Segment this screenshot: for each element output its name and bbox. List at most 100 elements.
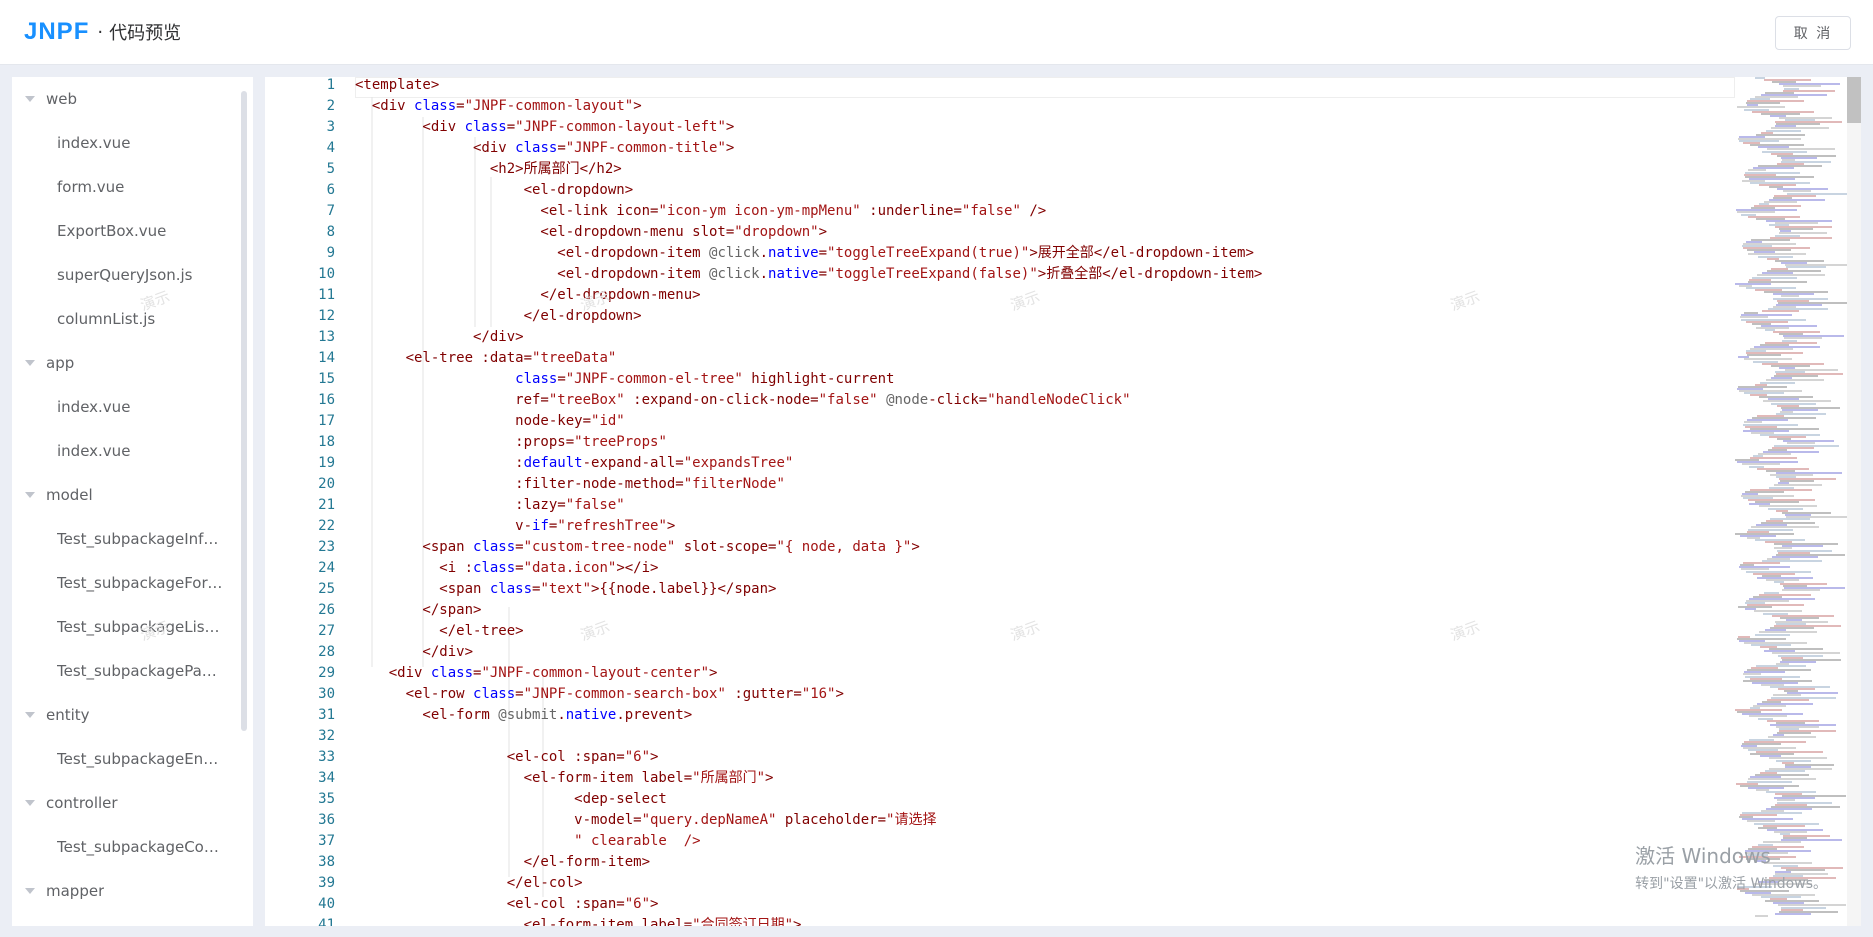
- code-token: >: [709, 665, 718, 681]
- code-token: :underline=: [860, 203, 962, 219]
- code-token: <span: [355, 581, 490, 597]
- code-token: <template>: [355, 77, 440, 93]
- code-token: class: [515, 371, 558, 387]
- code-token: >: [666, 518, 676, 534]
- tree-node-label: superQueryJson.js: [57, 266, 193, 284]
- code-token: </el-tree>: [355, 623, 524, 639]
- tree-folder[interactable]: web: [12, 77, 240, 121]
- line-number: 39: [318, 875, 335, 891]
- code-line: :props="treeProps": [355, 432, 667, 453]
- line-number: 37: [318, 833, 335, 849]
- code-line: :filter-node-method="filterNode": [355, 474, 785, 495]
- tree-file[interactable]: index.vue: [12, 385, 240, 429]
- code-token: >: [633, 98, 642, 114]
- line-number: 4: [326, 140, 335, 156]
- minimap-line: [1786, 868, 1826, 871]
- tree-node-label: Test_subpackageEntity.java: [57, 750, 224, 768]
- code-line: <div class="JNPF-common-layout-center">: [355, 663, 718, 684]
- line-number: 38: [318, 854, 335, 870]
- code-token: " clearable />: [355, 833, 701, 849]
- code-line: <div class="JNPF-common-layout">: [355, 96, 642, 117]
- code-token: <el-form-item label=: [355, 770, 693, 786]
- caret-down-icon[interactable]: [20, 705, 40, 725]
- tree-file[interactable]: Test_subpackageForm.java: [12, 561, 240, 605]
- line-number: 8: [326, 224, 335, 240]
- code-token: <h2>所属部门</h2>: [355, 161, 622, 177]
- tree-file[interactable]: Test_subpackageController.java: [12, 825, 240, 869]
- tree-file[interactable]: columnList.js: [12, 297, 240, 341]
- line-number: 7: [326, 203, 335, 219]
- line-number: 19: [318, 455, 335, 471]
- code-token: class: [473, 686, 516, 702]
- code-token: <span: [355, 539, 474, 555]
- code-token: <i :: [355, 560, 474, 576]
- code-minimap[interactable]: [1735, 77, 1852, 926]
- code-token: "false": [818, 392, 878, 408]
- minimap-line: [1762, 310, 1800, 313]
- code-token: "refreshTree": [557, 518, 667, 534]
- tree-file[interactable]: ExportBox.vue: [12, 209, 240, 253]
- code-line: <el-row class="JNPF-common-search-box" :…: [355, 684, 844, 705]
- code-line: <el-col :span="6">: [355, 894, 659, 915]
- code-content[interactable]: <template> <div class="JNPF-common-layou…: [355, 77, 1861, 926]
- code-token: class: [430, 665, 474, 681]
- code-token: =: [515, 686, 524, 702]
- code-line: v-model="query.depNameA" placeholder="请选…: [355, 810, 936, 831]
- code-token: "data.icon": [523, 560, 617, 576]
- code-line: <i :class="data.icon"></i>: [355, 558, 658, 579]
- line-number: 6: [326, 182, 335, 198]
- code-line: node-key="id": [355, 411, 625, 432]
- tree-node-label: Test_subpackageInfoVO.java: [57, 530, 224, 548]
- code-token: "text": [540, 581, 592, 597]
- line-number: 31: [318, 707, 335, 723]
- code-line: " clearable />: [355, 831, 701, 852]
- tree-folder[interactable]: entity: [12, 693, 240, 737]
- code-line: :lazy="false": [355, 495, 625, 516]
- editor-scrollbar-thumb[interactable]: [1847, 77, 1861, 123]
- tree-file[interactable]: Test_subpackageInfoVO.java: [12, 517, 240, 561]
- caret-down-icon[interactable]: [20, 881, 40, 901]
- caret-down-icon[interactable]: [20, 89, 40, 109]
- tree-file[interactable]: index.vue: [12, 121, 240, 165]
- cancel-button[interactable]: 取 消: [1775, 16, 1851, 50]
- sidebar-scrollbar[interactable]: [241, 91, 247, 731]
- dialog-header: JNPF · 代码预览 取 消: [0, 0, 1873, 65]
- tree-folder[interactable]: mapper: [12, 869, 240, 913]
- tree-folder[interactable]: model: [12, 473, 240, 517]
- code-token: "icon-ym icon-ym-mpMenu": [658, 203, 861, 219]
- code-line: </el-dropdown-menu>: [355, 285, 700, 306]
- tree-node-label: model: [46, 486, 93, 504]
- tree-folder[interactable]: app: [12, 341, 240, 385]
- code-token: :gutter=: [725, 686, 802, 702]
- editor-scrollbar[interactable]: [1847, 77, 1861, 926]
- caret-down-icon[interactable]: [20, 793, 40, 813]
- code-line: v-if="refreshTree">: [355, 516, 675, 537]
- code-token: native: [768, 245, 819, 261]
- tree-node-label: app: [46, 354, 75, 372]
- tree-file[interactable]: form.vue: [12, 165, 240, 209]
- code-token: <el-row: [355, 686, 474, 702]
- code-token: :filter-node-method=: [355, 476, 684, 492]
- code-line: <el-link icon="icon-ym icon-ym-mpMenu" :…: [355, 201, 1046, 222]
- tree-node-label: Test_subpackageListVO.java: [57, 618, 224, 636]
- code-line: </el-tree>: [355, 621, 524, 642]
- code-line: :default-expand-all="expandsTree": [355, 453, 793, 474]
- tree-file[interactable]: Test_subpackageEntity.java: [12, 737, 240, 781]
- code-token: "16": [801, 686, 836, 702]
- code-token: node-key=: [355, 413, 592, 429]
- code-editor[interactable]: 1 2 3 4 5 6 7 8 9 10 11 12 13 14 15 16 17 18 19 20 21 22 23 24 2…: [265, 77, 1861, 926]
- tree-file[interactable]: superQueryJson.js: [12, 253, 240, 297]
- code-token: native: [768, 266, 819, 282]
- code-token: <el-dropdown-menu slot=: [355, 224, 735, 240]
- tree-folder[interactable]: controller: [12, 781, 240, 825]
- tree-node-label: ExportBox.vue: [57, 222, 167, 240]
- caret-down-icon[interactable]: [20, 353, 40, 373]
- code-token: "custom-tree-node": [523, 539, 676, 555]
- tree-file[interactable]: index.vue: [12, 429, 240, 473]
- code-token: <div: [355, 665, 431, 681]
- tree-file[interactable]: Test_subpackagePagination.java: [12, 649, 240, 693]
- tree-file[interactable]: Test_subpackageListVO.java: [12, 605, 240, 649]
- code-token: =: [456, 98, 465, 114]
- code-token: .prevent>: [616, 707, 693, 723]
- caret-down-icon[interactable]: [20, 485, 40, 505]
